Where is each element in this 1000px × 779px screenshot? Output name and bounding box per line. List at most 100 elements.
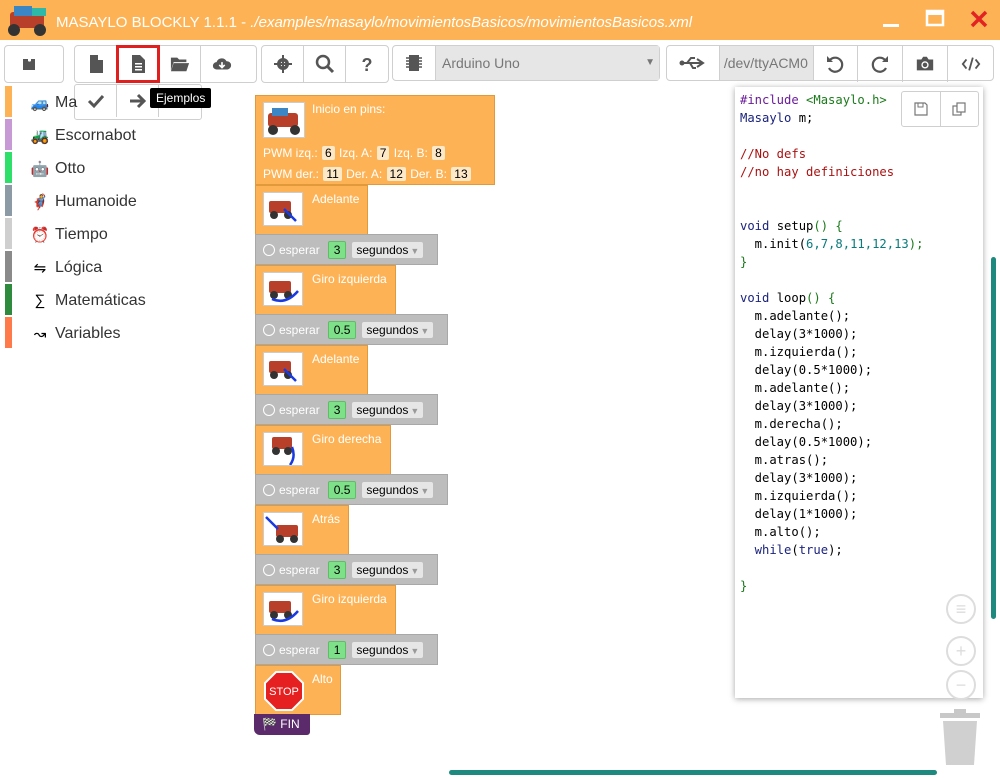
- copy-icon: [952, 102, 966, 116]
- unit-dropdown[interactable]: segundos ▼: [362, 321, 434, 338]
- izq-b-label: Izq. B:: [393, 146, 428, 160]
- turn-left-block[interactable]: Giro izquierda: [255, 265, 396, 315]
- car-icon: 🚙: [30, 94, 50, 112]
- puzzle-icon: [23, 59, 35, 70]
- category-escornabot[interactable]: 🚜 Escornabot: [0, 119, 245, 152]
- chevron-down-icon: ▼: [645, 57, 655, 68]
- action-label: Adelante: [312, 192, 360, 206]
- zoom-out-icon[interactable]: −: [946, 670, 976, 700]
- category-otto[interactable]: 🤖 Otto: [0, 152, 245, 185]
- turn-right-block[interactable]: Giro derecha: [255, 425, 391, 475]
- copy-code-button[interactable]: [941, 92, 979, 126]
- backward-block[interactable]: Atrás: [255, 505, 349, 555]
- wait-block[interactable]: esperar 3 segundos ▼: [255, 394, 438, 425]
- category-color-bar: [5, 86, 12, 117]
- minimize-icon[interactable]: [878, 8, 904, 32]
- stop-sign-icon: STOP: [264, 671, 304, 711]
- robot-turn-left-icon: [263, 592, 303, 626]
- unit-dropdown[interactable]: segundos ▼: [352, 641, 424, 658]
- screenshot-button[interactable]: [903, 46, 949, 82]
- save-code-button[interactable]: [902, 92, 941, 126]
- cloud-download-button[interactable]: [201, 46, 243, 82]
- action-label: Giro izquierda: [312, 272, 387, 286]
- undo-icon: [827, 56, 844, 73]
- wait-seconds-field[interactable]: 0.5: [327, 480, 357, 499]
- open-folder-button[interactable]: [159, 46, 201, 82]
- unit-dropdown[interactable]: segundos ▼: [352, 241, 424, 258]
- camera-icon: [917, 56, 934, 71]
- vertical-scrollbar[interactable]: [991, 257, 996, 619]
- wait-label: esperar: [279, 242, 320, 257]
- wait-block[interactable]: esperar 0.5 segundos ▼: [255, 314, 448, 345]
- examples-button[interactable]: [116, 45, 160, 83]
- wait-seconds-field[interactable]: 3: [327, 560, 347, 579]
- clock-icon: [263, 483, 275, 496]
- zoom-reset-icon[interactable]: ≡: [946, 594, 976, 624]
- new-file-icon: [89, 55, 103, 73]
- unit-dropdown[interactable]: segundos ▼: [362, 481, 434, 498]
- settings-button[interactable]: [262, 46, 304, 82]
- wait-block[interactable]: esperar 0.5 segundos ▼: [255, 474, 448, 505]
- init-pins-block[interactable]: Inicio en pins: PWM izq.: 6 Izq. A: 7 Iz…: [255, 95, 495, 185]
- zoom-in-icon[interactable]: +: [946, 636, 976, 666]
- category-logica[interactable]: ⇋ Lógica: [0, 251, 245, 284]
- turn-left-block[interactable]: Giro izquierda: [255, 585, 396, 635]
- category-tiempo[interactable]: ⏰ Tiempo: [0, 218, 245, 251]
- floppy-disk-icon: [914, 102, 928, 116]
- category-humanoide[interactable]: 🦸 Humanoide: [0, 185, 245, 218]
- unit-dropdown[interactable]: segundos ▼: [352, 561, 424, 578]
- unit-dropdown[interactable]: segundos ▼: [352, 401, 424, 418]
- file-group: [74, 45, 257, 83]
- forward-block[interactable]: Adelante: [255, 345, 368, 395]
- pwm-izq-field[interactable]: 6: [322, 146, 335, 160]
- port-group: /dev/ttyACM0: [666, 45, 994, 82]
- category-variables[interactable]: ↝ Variables: [0, 317, 245, 350]
- puzzle-piece-button[interactable]: [5, 46, 53, 82]
- wait-label: esperar: [279, 482, 320, 497]
- board-select[interactable]: Arduino Uno ▼: [392, 45, 660, 81]
- category-color-bar: [5, 152, 12, 183]
- category-masaylo[interactable]: 🚙 Ma: [0, 86, 245, 119]
- robot-icon: 🤖: [30, 160, 50, 178]
- wait-block[interactable]: esperar 3 segundos ▼: [255, 234, 438, 265]
- forward-block[interactable]: Adelante: [255, 185, 368, 235]
- maximize-icon[interactable]: [922, 8, 948, 32]
- undo-button[interactable]: [814, 46, 859, 82]
- code-view-button[interactable]: [948, 46, 993, 82]
- trash-icon[interactable]: [938, 709, 982, 765]
- wait-seconds-field[interactable]: 3: [327, 400, 347, 419]
- svg-text:STOP: STOP: [269, 686, 299, 698]
- wait-seconds-field[interactable]: 3: [327, 240, 347, 259]
- wait-seconds-field[interactable]: 1: [327, 640, 347, 659]
- close-icon[interactable]: [966, 8, 992, 32]
- wait-block[interactable]: esperar 3 segundos ▼: [255, 554, 438, 585]
- help-button[interactable]: ?: [346, 46, 388, 82]
- stop-block[interactable]: STOP Alto: [255, 665, 341, 715]
- category-matematicas[interactable]: ∑ Matemáticas: [0, 284, 245, 317]
- wait-label: esperar: [279, 402, 320, 417]
- redo-button[interactable]: [858, 46, 904, 82]
- horizontal-scrollbar[interactable]: [449, 770, 937, 775]
- pins-row-right: PWM der.: 11 Der. A: 12 Der. B: 13: [263, 167, 472, 181]
- port-field[interactable]: /dev/ttyACM0: [719, 46, 814, 80]
- end-label: FIN: [280, 717, 300, 731]
- wait-seconds-field[interactable]: 0.5: [327, 320, 357, 339]
- izq-a-field[interactable]: 7: [376, 146, 390, 160]
- redo-icon: [872, 56, 889, 73]
- der-a-field[interactable]: 12: [386, 167, 406, 181]
- category-color-bar: [5, 185, 12, 216]
- end-block[interactable]: 🏁 FIN: [254, 714, 310, 735]
- category-label: Ma: [55, 93, 78, 111]
- search-button[interactable]: [304, 46, 346, 82]
- action-label: Alto: [312, 672, 333, 686]
- tractor-icon: 🚜: [30, 127, 50, 145]
- der-b-field[interactable]: 13: [451, 167, 471, 181]
- generated-code: #include <Masaylo.h> Masaylo m; //No def…: [740, 93, 924, 593]
- new-file-button[interactable]: [75, 46, 117, 82]
- der-b-label: Der. B:: [410, 167, 447, 181]
- pwm-der-field[interactable]: 11: [323, 167, 342, 181]
- board-select-value[interactable]: Arduino Uno ▼: [436, 46, 659, 80]
- checkered-flag-icon: 🏁: [262, 717, 277, 731]
- wait-block[interactable]: esperar 1 segundos ▼: [255, 634, 438, 665]
- izq-b-field[interactable]: 8: [432, 146, 445, 160]
